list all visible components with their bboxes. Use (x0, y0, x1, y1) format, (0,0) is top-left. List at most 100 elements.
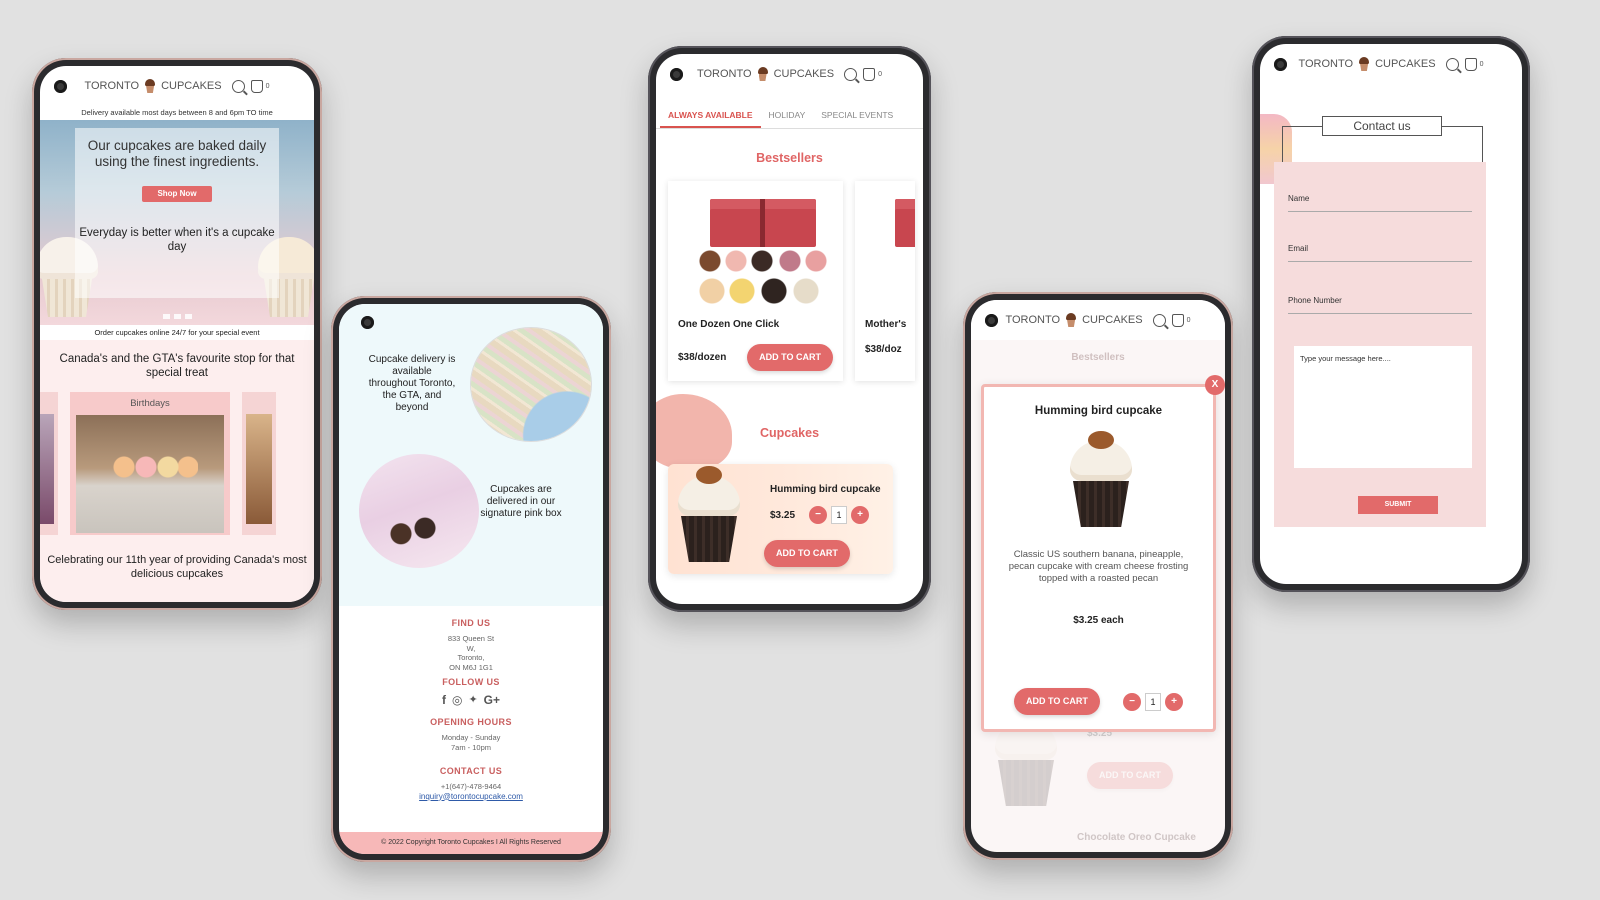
camera (361, 316, 374, 329)
category-slider[interactable]: Birthdays (40, 392, 308, 535)
instagram-icon[interactable]: ◎ (452, 693, 462, 707)
follow-us-heading: FOLLOW US (442, 677, 500, 687)
hummingbird-cupcake-image (674, 466, 744, 566)
hours-days: Monday - Sunday (441, 733, 501, 742)
cupcake-logo-icon[interactable] (1064, 313, 1078, 327)
google-plus-icon[interactable]: G+ (484, 693, 500, 707)
find-us-heading: FIND US (451, 618, 491, 628)
delivery-section: Cupcake delivery is available throughout… (339, 304, 603, 606)
order-notice: Order cupcakes online 24/7 for your spec… (40, 325, 314, 340)
product-card[interactable]: One Dozen One Click $38/dozen ADD TO CAR… (668, 181, 843, 381)
search-icon[interactable] (844, 67, 858, 81)
cart-icon[interactable] (250, 79, 263, 93)
modal-title: Humming bird cupcake (1034, 405, 1163, 417)
increase-button[interactable]: + (851, 506, 870, 524)
brand-right[interactable]: CUPCAKES (1375, 58, 1436, 70)
address-line: 833 Queen St (447, 634, 495, 643)
slide-label: Birthdays (130, 398, 170, 409)
tab-special-events[interactable]: SPECIAL EVENTS (813, 104, 901, 128)
increase-button[interactable]: + (1165, 692, 1183, 711)
address-line: Toronto, (457, 653, 485, 662)
phone-about: Cupcake delivery is available throughout… (331, 296, 611, 862)
decrease-button[interactable]: − (809, 506, 828, 524)
modal-description: Classic US southern banana, pineapple, p… (1008, 549, 1189, 584)
delivery-notice: Delivery available most days between 8 a… (81, 108, 273, 117)
phone-shop: TORONTO CUPCAKES 0 ALWAYS AVAILABLE HOLI… (648, 46, 931, 612)
cupcake-logo-icon[interactable] (756, 67, 770, 81)
hero-banner: Our cupcakes are baked daily using the f… (40, 120, 314, 325)
quantity-value[interactable]: 1 (831, 506, 848, 524)
header: TORONTO CUPCAKES 0 (971, 300, 1225, 340)
quantity-stepper: − 1 + (809, 506, 870, 524)
hanging-rope (1442, 126, 1482, 128)
cupcake-logo-icon[interactable] (143, 79, 157, 93)
shop-screen: TORONTO CUPCAKES 0 ALWAYS AVAILABLE HOLI… (656, 54, 923, 604)
header: TORONTO CUPCAKES 0 (1260, 44, 1522, 84)
submit-button[interactable]: SUBMIT (1358, 496, 1438, 514)
tab-always-available[interactable]: ALWAYS AVAILABLE (660, 104, 761, 128)
phone-field[interactable]: Phone Number (1288, 296, 1472, 314)
cart-icon[interactable] (863, 67, 876, 81)
brand-left[interactable]: TORONTO (1005, 314, 1060, 326)
cupcake-logo-icon[interactable] (1357, 57, 1371, 71)
close-button[interactable]: X (1205, 375, 1225, 395)
product-price: $38/dozen (678, 352, 727, 363)
contact-screen: TORONTO CUPCAKES 0 Contact us Name Email… (1260, 44, 1522, 584)
slide-prev[interactable] (40, 392, 58, 535)
camera (54, 80, 67, 93)
add-to-cart-button[interactable]: ADD TO CART (1014, 688, 1100, 715)
cart-count: 0 (265, 82, 270, 90)
cupcake-card[interactable]: Humming bird cupcake $3.25 − 1 + ADD TO … (668, 464, 893, 574)
search-icon[interactable] (1152, 313, 1166, 327)
delivery-text: Cupcake delivery is available throughout… (368, 354, 456, 413)
hummingbird-cupcake-image (1066, 431, 1136, 531)
camera (1274, 58, 1287, 71)
bg-cupcake-card: $3.25 ADD TO CART (991, 710, 1211, 806)
brand-right[interactable]: CUPCAKES (161, 80, 222, 92)
brand-right[interactable]: CUPCAKES (774, 68, 835, 80)
product-card-partial[interactable]: Mother's $38/doz (855, 181, 915, 381)
decrease-button[interactable]: − (1123, 692, 1141, 711)
cart-count: 0 (1479, 60, 1484, 68)
hanging-rope (1282, 126, 1322, 128)
hanging-rope (1282, 126, 1284, 162)
product-image (865, 191, 915, 311)
shop-now-button[interactable]: Shop Now (142, 186, 212, 202)
social-links: f ◎ ✦ G+ (339, 693, 603, 707)
twitter-icon[interactable]: ✦ (468, 693, 477, 707)
carousel-dots[interactable] (40, 314, 314, 319)
contact-us-heading: CONTACT US (439, 766, 503, 776)
facebook-icon[interactable]: f (442, 693, 446, 707)
opening-hours-heading: OPENING HOURS (430, 717, 512, 727)
email-field[interactable]: Email (1288, 244, 1472, 262)
bg-next-product: Chocolate Oreo Cupcake (1077, 832, 1196, 843)
email-link[interactable]: inquiry@torontocupcake.com (339, 792, 603, 801)
brand-left[interactable]: TORONTO (1298, 58, 1353, 70)
tab-holiday[interactable]: HOLIDAY (761, 104, 814, 128)
cart-icon[interactable] (1464, 57, 1477, 71)
favourites-section: Canada's and the GTA's favourite stop fo… (40, 340, 314, 602)
cart-count: 0 (878, 70, 883, 78)
search-icon[interactable] (1445, 57, 1459, 71)
brand-right[interactable]: CUPCAKES (1082, 314, 1143, 326)
phone-detail: TORONTO CUPCAKES 0 Bestsellers $3.25 ADD… (963, 292, 1233, 860)
quantity-value[interactable]: 1 (1145, 692, 1161, 711)
contact-form: Name Email Phone Number Type your messag… (1274, 162, 1486, 527)
add-to-cart-button[interactable]: ADD TO CART (764, 540, 850, 567)
slide-birthdays[interactable]: Birthdays (70, 392, 230, 535)
cupcakes-heading: Cupcakes (759, 426, 820, 440)
add-to-cart-button[interactable]: ADD TO CART (747, 344, 833, 371)
message-textarea[interactable]: Type your message here.... (1294, 346, 1472, 468)
product-name: One Dozen One Click (678, 319, 780, 330)
dozen-box-image (678, 191, 833, 311)
name-field[interactable]: Name (1288, 194, 1472, 212)
cart-icon[interactable] (1171, 313, 1184, 327)
brand-left[interactable]: TORONTO (84, 80, 139, 92)
search-icon[interactable] (231, 79, 245, 93)
phone-number[interactable]: +1(647)-478-9464 (339, 782, 603, 792)
cupcake-price: $3.25 (770, 509, 796, 521)
bestsellers-carousel[interactable]: One Dozen One Click $38/dozen ADD TO CAR… (668, 181, 923, 381)
camera (985, 314, 998, 327)
slide-next[interactable] (242, 392, 276, 535)
brand-left[interactable]: TORONTO (697, 68, 752, 80)
